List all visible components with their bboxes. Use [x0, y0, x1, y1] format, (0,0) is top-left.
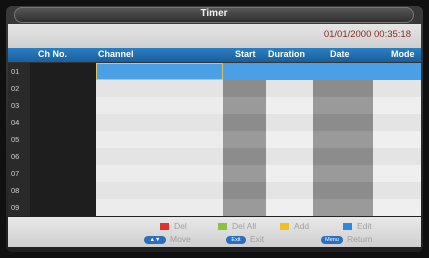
cell-chno[interactable] — [30, 114, 96, 131]
table-header: Ch No. Channel Start Duration Date Mode — [8, 48, 421, 62]
cell-start[interactable] — [223, 97, 266, 114]
cell-date[interactable] — [313, 199, 373, 216]
row-number: 06 — [8, 148, 30, 165]
row-number: 09 — [8, 199, 30, 216]
cell-duration[interactable] — [266, 148, 313, 165]
cell-chno[interactable] — [30, 165, 96, 182]
cell-date[interactable] — [313, 148, 373, 165]
col-date: Date — [330, 49, 350, 59]
add-label[interactable]: Add — [294, 221, 309, 231]
table-row[interactable]: 07 — [8, 165, 421, 182]
cell-mode[interactable] — [373, 148, 421, 165]
timer-table: 01 02 03 04 05 06 07 08 09 — [8, 63, 421, 216]
row-number: 07 — [8, 165, 30, 182]
cell-chno[interactable] — [30, 131, 96, 148]
cell-start[interactable] — [223, 114, 266, 131]
move-key-icon: ▲▼ — [144, 236, 166, 244]
cell-start[interactable] — [223, 182, 266, 199]
cell-channel[interactable] — [96, 131, 223, 148]
row-number: 02 — [8, 80, 30, 97]
cell-duration[interactable] — [266, 97, 313, 114]
table-row[interactable]: 09 — [8, 199, 421, 216]
table-row[interactable]: 03 — [8, 97, 421, 114]
cell-date[interactable] — [313, 131, 373, 148]
cell-start[interactable] — [223, 131, 266, 148]
col-channel: Channel — [98, 49, 134, 59]
cell-duration[interactable] — [266, 80, 313, 97]
cell-start[interactable] — [223, 148, 266, 165]
cell-chno[interactable] — [30, 97, 96, 114]
cell-channel[interactable] — [96, 114, 223, 131]
edit-label[interactable]: Edit — [357, 221, 372, 231]
table-row[interactable]: 01 — [8, 63, 421, 80]
cell-mode[interactable] — [373, 182, 421, 199]
cell-duration[interactable] — [266, 131, 313, 148]
table-row[interactable]: 06 — [8, 148, 421, 165]
menu-key-icon: Menu — [321, 236, 343, 244]
cell-date[interactable] — [313, 80, 373, 97]
exit-label[interactable]: Exit — [250, 234, 264, 244]
cell-duration[interactable] — [266, 165, 313, 182]
cell-start[interactable] — [223, 80, 266, 97]
table-row[interactable]: 04 — [8, 114, 421, 131]
cell-chno[interactable] — [30, 63, 96, 80]
cell-start[interactable] — [223, 165, 266, 182]
col-mode: Mode — [391, 49, 415, 59]
row-number: 03 — [8, 97, 30, 114]
col-chno: Ch No. — [38, 49, 67, 59]
exit-key-icon: Exit — [226, 236, 246, 244]
cell-start[interactable] — [223, 63, 266, 80]
cell-date[interactable] — [313, 114, 373, 131]
return-label[interactable]: Return — [347, 234, 373, 244]
current-datetime: 01/01/2000 00:35:18 — [323, 29, 411, 40]
row-number: 08 — [8, 182, 30, 199]
cell-mode[interactable] — [373, 63, 421, 80]
del-all-label[interactable]: Del All — [232, 221, 256, 231]
cell-mode[interactable] — [373, 80, 421, 97]
table-row[interactable]: 02 — [8, 80, 421, 97]
edit-color-icon — [343, 223, 352, 230]
col-start: Start — [235, 49, 256, 59]
cell-mode[interactable] — [373, 131, 421, 148]
cell-mode[interactable] — [373, 114, 421, 131]
cell-chno[interactable] — [30, 182, 96, 199]
cell-mode[interactable] — [373, 97, 421, 114]
cell-date[interactable] — [313, 182, 373, 199]
cell-duration[interactable] — [266, 182, 313, 199]
legend-bar: Del Del All Add Edit ▲▼ Move Exit Exit M… — [8, 217, 421, 247]
del-label[interactable]: Del — [174, 221, 187, 231]
table-row[interactable]: 08 — [8, 182, 421, 199]
cell-duration[interactable] — [266, 114, 313, 131]
cell-channel[interactable] — [96, 182, 223, 199]
cell-date[interactable] — [313, 63, 373, 80]
cell-date[interactable] — [313, 97, 373, 114]
table-row[interactable]: 05 — [8, 131, 421, 148]
del-color-icon — [160, 223, 169, 230]
cell-channel[interactable] — [96, 165, 223, 182]
row-number: 04 — [8, 114, 30, 131]
cell-chno[interactable] — [30, 148, 96, 165]
cell-duration[interactable] — [266, 63, 313, 80]
tv-screen: Timer 01/01/2000 00:35:18 Ch No. Channel… — [0, 0, 429, 258]
col-duration: Duration — [268, 49, 305, 59]
cell-chno[interactable] — [30, 80, 96, 97]
cell-channel[interactable] — [96, 80, 223, 97]
page-title: Timer — [200, 8, 228, 19]
cell-duration[interactable] — [266, 199, 313, 216]
cell-chno[interactable] — [30, 199, 96, 216]
row-number: 05 — [8, 131, 30, 148]
cell-mode[interactable] — [373, 165, 421, 182]
del-all-color-icon — [218, 223, 227, 230]
cell-channel[interactable] — [96, 63, 223, 80]
cell-channel[interactable] — [96, 199, 223, 216]
title-bar: Timer — [14, 7, 414, 23]
cell-date[interactable] — [313, 165, 373, 182]
move-label: Move — [170, 234, 191, 244]
add-color-icon — [280, 223, 289, 230]
cell-start[interactable] — [223, 199, 266, 216]
row-number: 01 — [8, 63, 30, 80]
cell-channel[interactable] — [96, 97, 223, 114]
cell-channel[interactable] — [96, 148, 223, 165]
cell-mode[interactable] — [373, 199, 421, 216]
